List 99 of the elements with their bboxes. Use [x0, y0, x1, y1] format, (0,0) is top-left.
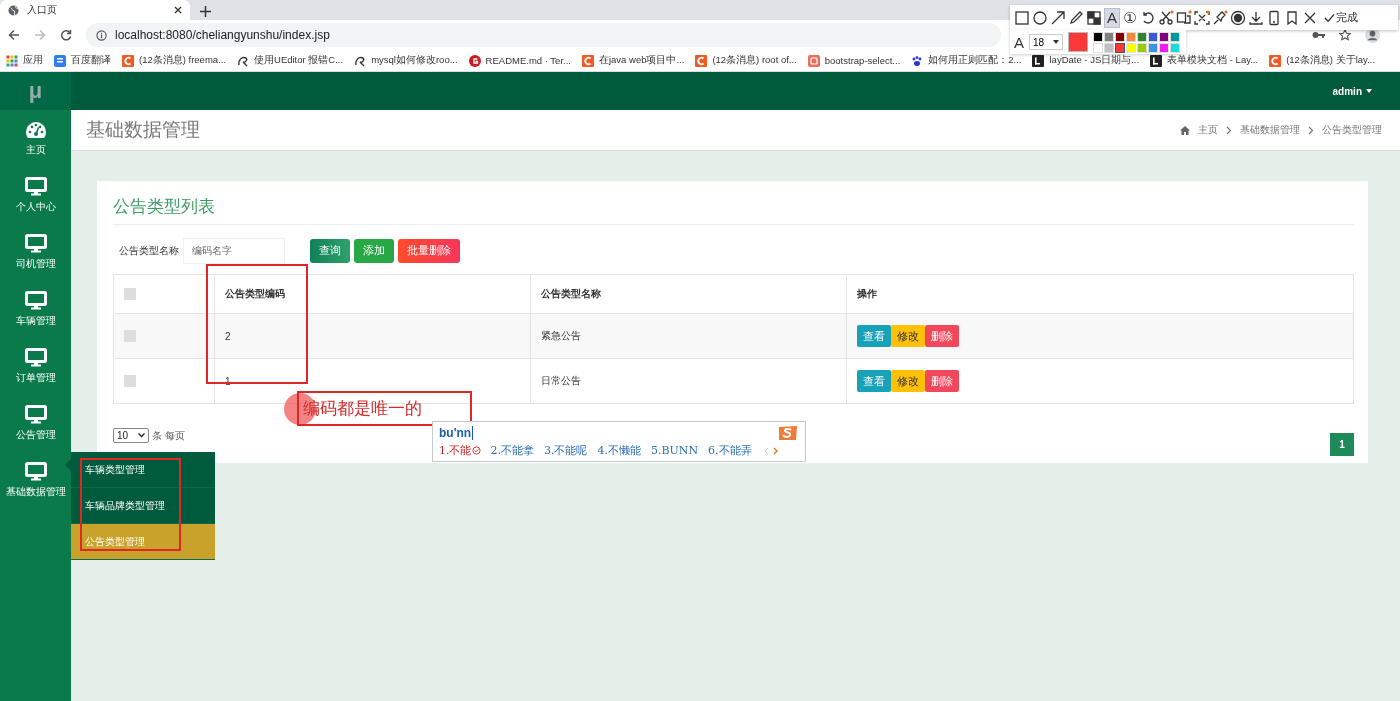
sidebar-item[interactable]: 基础数据管理 [0, 452, 71, 509]
breadcrumb-link[interactable]: 主页 [1198, 123, 1218, 137]
breadcrumb-link[interactable]: 公告类型管理 [1322, 123, 1382, 137]
swirl-icon [237, 54, 250, 67]
sidebar-item[interactable]: 个人中心 [0, 167, 71, 224]
check-icon [1324, 12, 1335, 23]
page-size-label: 条 每页 [152, 428, 185, 443]
bookmark[interactable]: (12条消息) freema... [122, 54, 227, 67]
chevron-icon [1226, 125, 1232, 135]
search-label: 公告类型名称 [119, 243, 179, 258]
delete-button[interactable]: 删除 [925, 325, 959, 347]
sidebar-item[interactable]: 司机管理 [0, 224, 71, 281]
ime-candidate[interactable]: 3.不能呢 [544, 443, 588, 458]
color-swatch[interactable] [1115, 42, 1125, 53]
monitor-icon [24, 405, 47, 424]
back-icon[interactable] [8, 29, 20, 41]
sidebar-item[interactable]: 车辆管理 [0, 281, 71, 338]
table-cell: 2 [214, 313, 531, 359]
breadcrumb-link[interactable]: 基础数据管理 [1240, 123, 1300, 137]
submenu-item[interactable]: 车辆类型管理 [71, 452, 215, 488]
address-bar[interactable]: localhost:8080/cheliangyunshu/index.jsp [86, 23, 1001, 47]
column-header: 操作 [846, 274, 1354, 314]
dashboard-icon [24, 120, 47, 139]
bookmark[interactable]: 百度翻译 [54, 54, 111, 67]
bookmark[interactable]: 表单模块文档 - Lay... [1150, 54, 1259, 67]
bookmark[interactable]: (12条消息) root of... [695, 54, 797, 67]
bookmark[interactable]: layDate - JS日期与... [1032, 54, 1140, 67]
ime-candidate[interactable]: 1.不能 [439, 443, 472, 458]
bookmark[interactable]: README.md · Ter... [468, 54, 571, 67]
edit-button[interactable]: 修改 [891, 370, 925, 392]
number-tool[interactable]: ① [1122, 7, 1138, 28]
bookmark[interactable]: 使用UEditor 报错C... [237, 54, 344, 67]
next-icon[interactable] [772, 446, 778, 455]
chevron-icon [1308, 125, 1314, 135]
translate-icon [54, 54, 66, 67]
caret-icon [138, 433, 145, 438]
info-icon [96, 29, 107, 41]
apps-icon [6, 54, 18, 67]
c-logo-icon [581, 54, 594, 67]
new-tab-icon[interactable] [200, 6, 211, 17]
sidebar-item[interactable]: 公告管理 [0, 395, 71, 452]
search-field[interactable]: 编码名字 [183, 237, 285, 264]
ime-candidate[interactable]: 2.不能拿 [490, 443, 534, 458]
home-icon [1180, 125, 1190, 135]
caret-icon [1053, 40, 1059, 44]
bookmark[interactable]: 应用 [6, 54, 43, 67]
monitor-icon [24, 462, 47, 481]
ime-candidate[interactable]: 6.不能弄 [708, 443, 752, 458]
page-button[interactable]: 1 [1330, 433, 1354, 456]
current-color[interactable] [1068, 32, 1088, 52]
edit-button[interactable]: 修改 [891, 325, 925, 347]
text-tool[interactable]: A [1104, 7, 1120, 28]
table-cell: 紧急公告 [530, 313, 847, 359]
monitor-icon [24, 348, 47, 367]
column-header: 公告类型名称 [530, 274, 847, 314]
user-menu[interactable]: admin [1332, 85, 1372, 97]
ime-logo-icon [777, 424, 799, 441]
bookmark[interactable]: 在java web项目中... [581, 54, 685, 67]
checkbox[interactable] [124, 288, 136, 300]
checkbox[interactable] [124, 330, 136, 342]
bookmark[interactable]: bootstrap-select... [807, 54, 901, 67]
key-icon[interactable] [1312, 31, 1325, 39]
monitor-icon [24, 234, 47, 253]
sidebar-item[interactable]: 订单管理 [0, 338, 71, 395]
c-logo-icon [122, 54, 134, 67]
bookmark[interactable]: 如何用正则匹配：2... [911, 54, 1022, 67]
c-logo-icon [695, 54, 708, 67]
sidebar-item[interactable]: 主页 [0, 110, 71, 167]
column-header: 公告类型编码 [214, 274, 531, 314]
font-size-select[interactable]: 18 [1029, 34, 1063, 50]
batch-delete-button[interactable]: 批量删除 [398, 238, 460, 263]
delete-button[interactable]: 删除 [925, 370, 959, 392]
caret-icon [1366, 89, 1372, 93]
reload-icon[interactable] [60, 29, 72, 41]
square-logo-icon [807, 54, 820, 67]
page-title: 基础数据管理 [86, 118, 200, 142]
query-button[interactable]: 查询 [310, 238, 350, 263]
monitor-icon [24, 291, 47, 310]
table-cell: 日常公告 [530, 358, 847, 404]
paw-icon [911, 54, 924, 67]
star-icon[interactable] [1339, 29, 1351, 41]
card-title: 公告类型列表 [113, 195, 1354, 225]
done-button[interactable]: 完成 [1324, 10, 1358, 25]
c-logo-icon [1269, 54, 1282, 67]
page-size-select[interactable]: 10 [113, 428, 149, 443]
logo: μ [28, 78, 43, 104]
check-icon [471, 446, 481, 455]
font-size-icon: A [1014, 33, 1024, 51]
close-icon[interactable] [174, 6, 182, 14]
swirl-icon [354, 54, 367, 67]
browser-tab[interactable]: 入口页 [0, 0, 190, 20]
g-logo-icon [468, 54, 481, 67]
globe-icon [8, 4, 19, 16]
ime-candidate[interactable]: 5.BUNN [651, 444, 699, 457]
monitor-icon [24, 177, 47, 196]
bookmark[interactable]: (12条消息) 关于lay... [1269, 54, 1376, 67]
checkbox[interactable] [124, 375, 136, 387]
bookmark[interactable]: mysql如何修改roo... [354, 54, 458, 67]
ime-candidate[interactable]: 4.不懒能 [597, 443, 641, 458]
